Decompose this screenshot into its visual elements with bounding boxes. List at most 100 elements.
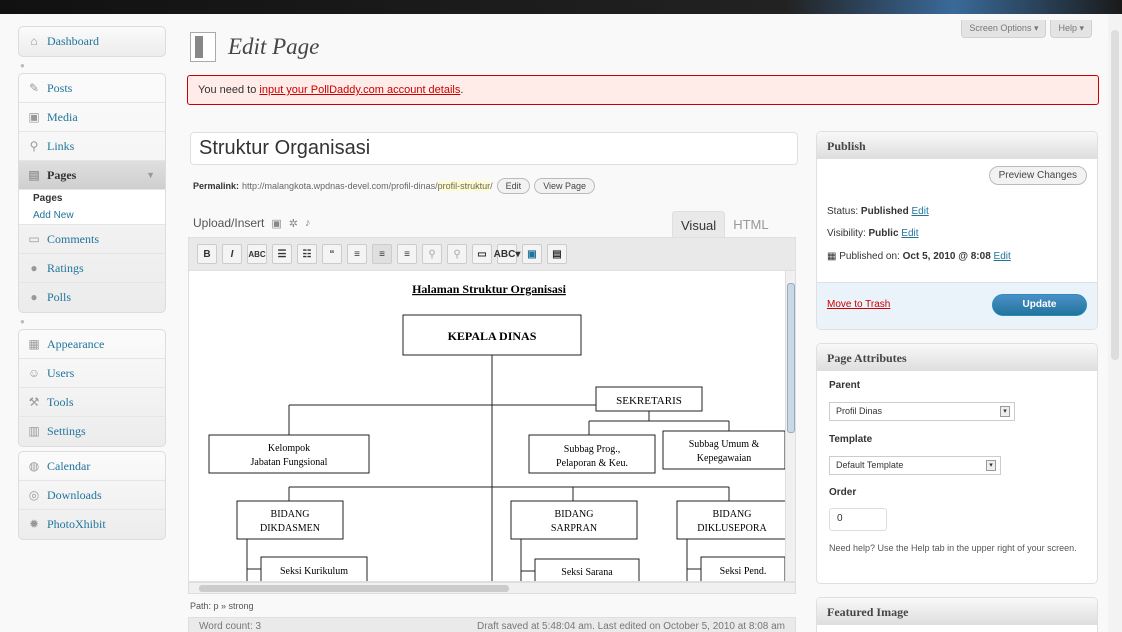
- edit-status-link[interactable]: Edit: [912, 206, 929, 217]
- menu-item-label: Calendar: [47, 458, 91, 473]
- bold-button[interactable]: B: [197, 244, 217, 264]
- view-page-button[interactable]: View Page: [534, 178, 596, 194]
- menu-separator: ●: [20, 317, 25, 326]
- editor-content-area[interactable]: Halaman Struktur Organisasi KEPALA DINAS…: [188, 270, 796, 582]
- preview-changes-button[interactable]: Preview Changes: [988, 166, 1087, 185]
- menu-item-pages[interactable]: ▤ Pages ▼: [19, 161, 165, 190]
- polldaddy-account-link[interactable]: input your PollDaddy.com account details: [259, 84, 460, 96]
- menu-item-label: Ratings: [47, 260, 84, 275]
- add-media-icon[interactable]: ✲: [289, 217, 298, 230]
- parent-label: Parent: [829, 380, 861, 391]
- spellcheck-button[interactable]: ABC▾: [494, 244, 520, 264]
- menu-item-tools[interactable]: ⚒ Tools: [19, 388, 165, 417]
- align-right-button[interactable]: ≡: [397, 244, 417, 264]
- menu-item-users[interactable]: ☺ Users: [19, 359, 165, 388]
- scroll-thumb[interactable]: [1111, 30, 1119, 360]
- tab-visual[interactable]: Visual: [672, 211, 726, 239]
- chevron-down-icon[interactable]: ▼: [146, 170, 155, 180]
- post-title-input[interactable]: Struktur Organisasi: [190, 132, 798, 165]
- publish-box-title[interactable]: Publish: [817, 132, 1097, 159]
- edit-permalink-button[interactable]: Edit: [496, 178, 531, 194]
- seksi-pend-label: Seksi Pend.: [720, 566, 767, 577]
- parent-select[interactable]: Profil Dinas ▾: [829, 402, 1015, 421]
- numbered-list-button[interactable]: ☷: [297, 244, 317, 264]
- editor-horizontal-scrollbar[interactable]: [188, 582, 796, 594]
- visibility-value: Public: [868, 228, 899, 239]
- calendar-icon: ▦: [827, 251, 837, 262]
- italic-button[interactable]: I: [222, 244, 242, 264]
- bullet-list-button[interactable]: ☰: [272, 244, 292, 264]
- add-image-icon[interactable]: ▣: [271, 217, 281, 230]
- screen-options-button[interactable]: Screen Options ▾: [961, 20, 1047, 38]
- org-chart-image: Halaman Struktur Organisasi KEPALA DINAS…: [208, 282, 787, 581]
- bidang-diklusepora-line2: DIKLUSEPORA: [697, 523, 767, 534]
- tab-html[interactable]: HTML: [725, 211, 776, 239]
- update-button[interactable]: Update: [992, 294, 1087, 316]
- menu-item-posts[interactable]: ✎ Posts: [19, 74, 165, 103]
- menu-item-label: Appearance: [47, 336, 105, 351]
- menu-separator: ●: [20, 61, 25, 70]
- admin-menu: ⌂ Dashboard ● ✎ Posts ▣ Media ⚲ Links ▤ …: [18, 26, 166, 544]
- edit-date-link[interactable]: Edit: [994, 251, 1011, 262]
- upload-insert-row: Upload/Insert ▣ ✲ ♪: [193, 216, 311, 230]
- menu-item-appearance[interactable]: ▦ Appearance: [19, 330, 165, 359]
- status-line: Status: Published Edit: [827, 206, 929, 217]
- editor-status-bar: Word count: 3 Draft saved at 5:48:04 am.…: [188, 617, 796, 632]
- align-left-button[interactable]: ≡: [347, 244, 367, 264]
- menu-item-media[interactable]: ▣ Media: [19, 103, 165, 132]
- permalink-slug[interactable]: profil-struktur: [437, 181, 491, 191]
- sekretaris-label: SEKRETARIS: [616, 395, 682, 407]
- help-text: Need help? Use the Help tab in the upper…: [829, 543, 1077, 553]
- editor-vertical-scrollbar[interactable]: [785, 271, 795, 581]
- menu-item-settings[interactable]: ▥ Settings: [19, 417, 165, 446]
- order-label: Order: [829, 487, 857, 498]
- menu-item-comments[interactable]: ▭ Comments: [19, 225, 165, 254]
- featured-image-title[interactable]: Featured Image: [817, 598, 1097, 625]
- settings-icon: ▥: [28, 424, 40, 438]
- editor-path: Path: p » strong: [190, 601, 254, 611]
- help-button[interactable]: Help ▾: [1050, 20, 1092, 38]
- permalink-trailing-slash: /: [490, 181, 493, 191]
- insert-more-button[interactable]: ▭: [472, 244, 492, 264]
- status-label: Status:: [827, 206, 859, 217]
- unlink-button[interactable]: ⚲: [447, 244, 467, 264]
- kitchen-sink-button[interactable]: ▤: [547, 244, 567, 264]
- page-title: Edit Page: [228, 34, 320, 59]
- menu-item-dashboard[interactable]: ⌂ Dashboard: [19, 27, 165, 56]
- edit-visibility-link[interactable]: Edit: [901, 228, 918, 239]
- menu-item-polls[interactable]: ● Polls: [19, 283, 165, 312]
- menu-item-label: Tools: [47, 394, 74, 409]
- window-scrollbar[interactable]: [1108, 14, 1122, 632]
- menu-item-ratings[interactable]: ● Ratings: [19, 254, 165, 283]
- menu-item-label: Media: [47, 109, 78, 124]
- word-count: Word count: 3: [199, 621, 262, 632]
- template-select[interactable]: Default Template ▾: [829, 456, 1001, 475]
- menu-item-downloads[interactable]: ◎ Downloads: [19, 481, 165, 510]
- publish-box: Publish Preview Changes Status: Publishe…: [816, 131, 1098, 330]
- fullscreen-button[interactable]: ▣: [522, 244, 542, 264]
- menu-item-calendar[interactable]: ◍ Calendar: [19, 452, 165, 481]
- menu-item-label: Users: [47, 365, 75, 380]
- strikethrough-button[interactable]: ABC: [247, 244, 267, 264]
- submenu-item-pages[interactable]: Pages: [19, 190, 165, 207]
- insert-link-button[interactable]: ⚲: [422, 244, 442, 264]
- order-input[interactable]: 0: [829, 508, 887, 531]
- bidang-dikdasmen-line1: BIDANG: [271, 509, 310, 520]
- subbag-prog-line2: Pelaporan & Keu.: [556, 458, 628, 469]
- chevron-down-icon: ▾: [1000, 406, 1010, 417]
- submenu-item-add-new[interactable]: Add New: [19, 207, 165, 224]
- blockquote-button[interactable]: “: [322, 244, 342, 264]
- menu-item-photoxhibit[interactable]: ✹ PhotoXhibit: [19, 510, 165, 539]
- scroll-thumb[interactable]: [787, 283, 795, 433]
- kepala-dinas-label: KEPALA DINAS: [448, 329, 537, 343]
- subbag-umum-line1: Subbag Umum &: [689, 439, 760, 450]
- add-audio-icon[interactable]: ♪: [305, 217, 311, 229]
- tools-icon: ⚒: [28, 394, 40, 409]
- menu-item-links[interactable]: ⚲ Links: [19, 132, 165, 161]
- move-to-trash-link[interactable]: Move to Trash: [827, 299, 890, 310]
- page-attributes-title[interactable]: Page Attributes: [817, 344, 1097, 371]
- scroll-thumb[interactable]: [199, 585, 509, 592]
- edit-page-icon: [190, 32, 216, 62]
- align-center-button[interactable]: ≡: [372, 244, 392, 264]
- org-chart-heading: Halaman Struktur Organisasi: [412, 282, 566, 296]
